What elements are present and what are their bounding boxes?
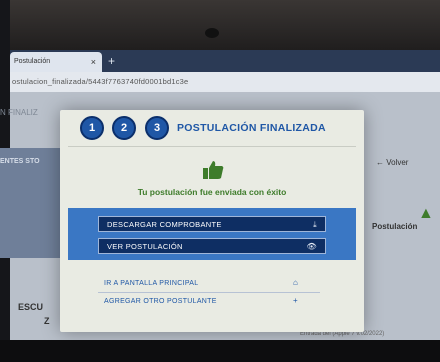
browser-tabbar: Postulación × + (10, 50, 440, 72)
download-receipt-label: DESCARGAR COMPROBANTE (107, 220, 222, 229)
success-message: Tu postulación fue enviada con éxito (137, 187, 287, 197)
download-icon: ⤓ (313, 220, 317, 229)
monitor-bezel-bottom (0, 340, 440, 362)
webcam (205, 28, 219, 38)
tab-title: Postulación (14, 58, 51, 65)
bg-school-name-2: Z (44, 316, 50, 326)
arrow-left-icon: ← (376, 158, 387, 167)
step-3-badge: 3 (145, 116, 169, 140)
link-divider (98, 292, 320, 293)
action-band: DESCARGAR COMPROBANTE ⤓ VER POSTULACIÓN … (68, 208, 356, 260)
view-application-label: VER POSTULACIÓN (107, 242, 183, 251)
modal-title: POSTULACIÓN FINALIZADA (177, 122, 326, 134)
browser-tab[interactable]: Postulación × (10, 52, 102, 72)
bg-school-name: ESCU (18, 302, 44, 312)
thumbs-up-icon (203, 161, 224, 179)
tab-close-icon[interactable]: × (91, 52, 96, 72)
back-link-label: Volver (386, 158, 409, 167)
url-text: ostulacion_finalizada/5443f7763740fd0001… (12, 77, 189, 86)
thumbs-up-icon: ▲ (418, 205, 434, 222)
eye-icon: 👁 (306, 242, 317, 251)
bg-status-label: Postulación (372, 222, 418, 231)
view-application-button[interactable]: VER POSTULACIÓN 👁 (98, 238, 326, 254)
step-1-badge: 1 (80, 116, 104, 140)
monitor-bezel (0, 0, 440, 50)
plus-icon: + (293, 296, 298, 305)
add-applicant-link[interactable]: AGREGAR OTRO POSTULANTE (104, 298, 217, 305)
download-receipt-button[interactable]: DESCARGAR COMPROBANTE ⤓ (98, 216, 326, 232)
bg-section-label: N FINALIZ (0, 108, 38, 117)
home-icon: ⌂ (293, 278, 298, 287)
success-modal: 1 2 3 POSTULACIÓN FINALIZADA Tu postulac… (60, 110, 364, 332)
new-tab-icon[interactable]: + (108, 54, 115, 68)
address-bar[interactable]: ostulacion_finalizada/5443f7763740fd0001… (10, 72, 440, 93)
back-link[interactable]: ← Volver (376, 158, 408, 167)
bg-side-panel-text: ENTES STO (0, 158, 40, 165)
go-home-link[interactable]: IR A PANTALLA PRINCIPAL (104, 280, 198, 287)
title-divider (68, 146, 356, 147)
step-2-badge: 2 (112, 116, 136, 140)
